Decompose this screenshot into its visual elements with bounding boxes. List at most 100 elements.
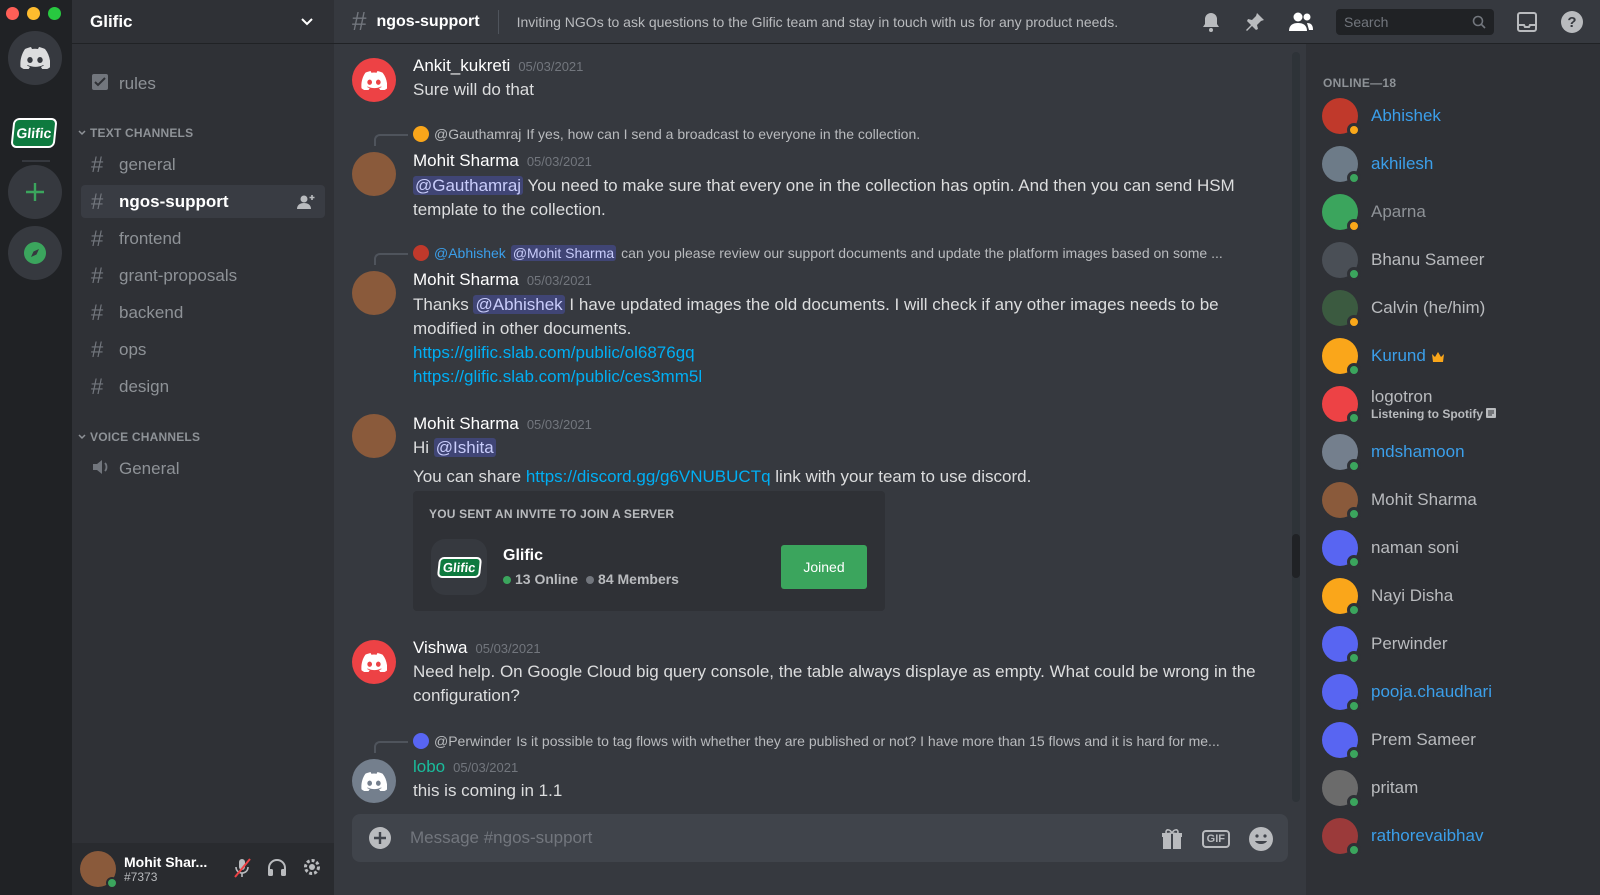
user-avatar[interactable] — [80, 851, 118, 889]
author-avatar[interactable] — [352, 152, 396, 196]
channel-general[interactable]: # general — [81, 148, 325, 181]
user-mention[interactable]: @Gauthamraj — [413, 176, 524, 195]
message-author[interactable]: lobo 05/03/2021 — [413, 757, 518, 777]
member-item[interactable]: Nayi Disha — [1322, 576, 1582, 617]
member-item[interactable]: rathorevaibhav — [1322, 816, 1582, 857]
member-item[interactable]: logotron Listening to Spotify — [1322, 384, 1582, 425]
member-name: Calvin (he/him) — [1371, 298, 1486, 317]
pin-icon[interactable] — [1244, 11, 1266, 33]
settings-gear-icon[interactable] — [302, 857, 322, 877]
home-button[interactable] — [8, 31, 62, 85]
member-item[interactable]: mdshamoon — [1322, 432, 1582, 473]
user-panel: Mohit Shar... #7373 — [72, 843, 334, 895]
gift-icon[interactable] — [1160, 827, 1184, 851]
glific-server-icon[interactable]: Glific — [10, 118, 58, 148]
online-count: 13 Online — [503, 571, 578, 587]
joined-button[interactable]: Joined — [781, 545, 867, 589]
invite-link[interactable]: https://discord.gg/g6VNUBUCTq — [526, 467, 771, 486]
channel-grant-proposals[interactable]: # grant-proposals — [81, 259, 325, 292]
maximize-window-button[interactable] — [48, 7, 61, 20]
reply-preview[interactable]: @Abhishek @Mohit Sharma can you please r… — [413, 245, 1223, 261]
channel-frontend[interactable]: # frontend — [81, 222, 325, 255]
chat-scrollbar-thumb[interactable] — [1292, 534, 1300, 578]
channel-backend[interactable]: # backend — [81, 296, 325, 329]
member-name: Aparna — [1371, 202, 1426, 221]
voice-channel-general[interactable]: General — [81, 452, 325, 485]
online-status-dot — [1347, 507, 1361, 521]
message-text: Hi @Ishita — [413, 436, 1263, 460]
member-name: Kurund — [1371, 346, 1426, 365]
category-label: TEXT CHANNELS — [90, 126, 194, 140]
voice-channels-category[interactable]: VOICE CHANNELS — [78, 430, 200, 444]
message-author[interactable]: Mohit Sharma 05/03/2021 — [413, 151, 592, 171]
author-avatar[interactable] — [352, 271, 396, 315]
message-composer[interactable]: Message #ngos-support GIF — [352, 814, 1288, 862]
message-timestamp: 05/03/2021 — [518, 59, 584, 74]
message-author[interactable]: Mohit Sharma 05/03/2021 — [413, 414, 592, 434]
message-author[interactable]: Ankit_kukreti 05/03/2021 — [413, 56, 583, 76]
member-list-icon[interactable] — [1288, 11, 1314, 33]
headphones-icon[interactable] — [266, 857, 288, 877]
channel-rules[interactable]: rules — [81, 67, 325, 100]
create-invite-icon[interactable] — [297, 194, 315, 210]
member-item[interactable]: naman soni — [1322, 528, 1582, 569]
member-item[interactable]: pritam — [1322, 768, 1582, 809]
author-avatar[interactable] — [352, 640, 396, 684]
server-header[interactable]: Glific — [72, 0, 334, 44]
category-label: VOICE CHANNELS — [90, 430, 201, 444]
channel-design[interactable]: # design — [81, 370, 325, 403]
member-item[interactable]: Perwinder — [1322, 624, 1582, 665]
search-input[interactable]: Search — [1336, 9, 1494, 35]
author-avatar[interactable] — [352, 58, 396, 102]
member-item[interactable]: pooja.chaudhari — [1322, 672, 1582, 713]
message: @Gauthamraj If yes, how can I send a bro… — [352, 126, 1282, 226]
message-text: Need help. On Google Cloud big query con… — [413, 662, 1256, 705]
member-item[interactable]: akhilesh — [1322, 144, 1582, 185]
reply-preview[interactable]: @Perwinder Is it possible to tag flows w… — [413, 733, 1220, 749]
server-rail: Glific — [0, 0, 72, 895]
member-avatar — [1322, 290, 1361, 329]
author-avatar[interactable] — [352, 759, 396, 803]
member-avatar — [1322, 146, 1361, 185]
member-item[interactable]: Aparna — [1322, 192, 1582, 233]
reply-connector — [374, 253, 408, 265]
member-item[interactable]: Prem Sameer — [1322, 720, 1582, 761]
member-item[interactable]: Abhishek — [1322, 96, 1582, 137]
close-window-button[interactable] — [6, 7, 19, 20]
member-item[interactable]: Calvin (he/him) — [1322, 288, 1582, 329]
member-item[interactable]: Bhanu Sameer — [1322, 240, 1582, 281]
message-author[interactable]: Vishwa 05/03/2021 — [413, 638, 541, 658]
add-server-button[interactable] — [8, 165, 62, 219]
explore-servers-button[interactable] — [8, 226, 62, 280]
header-divider — [497, 9, 499, 34]
user-mention[interactable]: @Ishita — [433, 438, 496, 457]
user-mention[interactable]: @Abhishek — [473, 295, 565, 314]
channel-topic[interactable]: Inviting NGOs to ask questions to the Gl… — [517, 14, 1119, 30]
member-name: Mohit Sharma — [1371, 490, 1477, 509]
member-item[interactable]: Kurund — [1322, 336, 1582, 377]
gif-button[interactable]: GIF — [1201, 830, 1230, 848]
message-link[interactable]: https://glific.slab.com/public/ces3mm5l — [413, 367, 702, 386]
message-author[interactable]: Mohit Sharma 05/03/2021 — [413, 270, 592, 290]
bell-icon[interactable] — [1200, 11, 1222, 33]
emoji-icon[interactable] — [1248, 826, 1274, 852]
invite-server-icon[interactable]: Glific — [431, 539, 487, 595]
inbox-icon[interactable] — [1516, 11, 1538, 33]
mute-microphone-icon[interactable] — [232, 857, 252, 879]
member-name: rathorevaibhav — [1371, 826, 1484, 845]
reply-preview[interactable]: @Gauthamraj If yes, how can I send a bro… — [413, 126, 920, 142]
author-avatar[interactable] — [352, 414, 396, 458]
chat-scrollbar-track[interactable] — [1292, 52, 1300, 802]
user-info[interactable]: Mohit Shar... #7373 — [124, 854, 207, 884]
text-channels-category[interactable]: TEXT CHANNELS — [78, 126, 193, 140]
message: @Abhishek @Mohit Sharma can you please r… — [352, 245, 1282, 395]
add-attachment-icon[interactable] — [368, 826, 392, 850]
member-item[interactable]: Mohit Sharma — [1322, 480, 1582, 521]
help-icon[interactable]: ? — [1560, 10, 1584, 34]
online-status-dot — [1347, 411, 1361, 425]
member-name: Nayi Disha — [1371, 586, 1454, 605]
minimize-window-button[interactable] — [27, 7, 40, 20]
channel-ops[interactable]: # ops — [81, 333, 325, 366]
channel-ngos-support[interactable]: # ngos-support — [81, 185, 325, 218]
message-link[interactable]: https://glific.slab.com/public/ol6876gq — [413, 343, 695, 362]
